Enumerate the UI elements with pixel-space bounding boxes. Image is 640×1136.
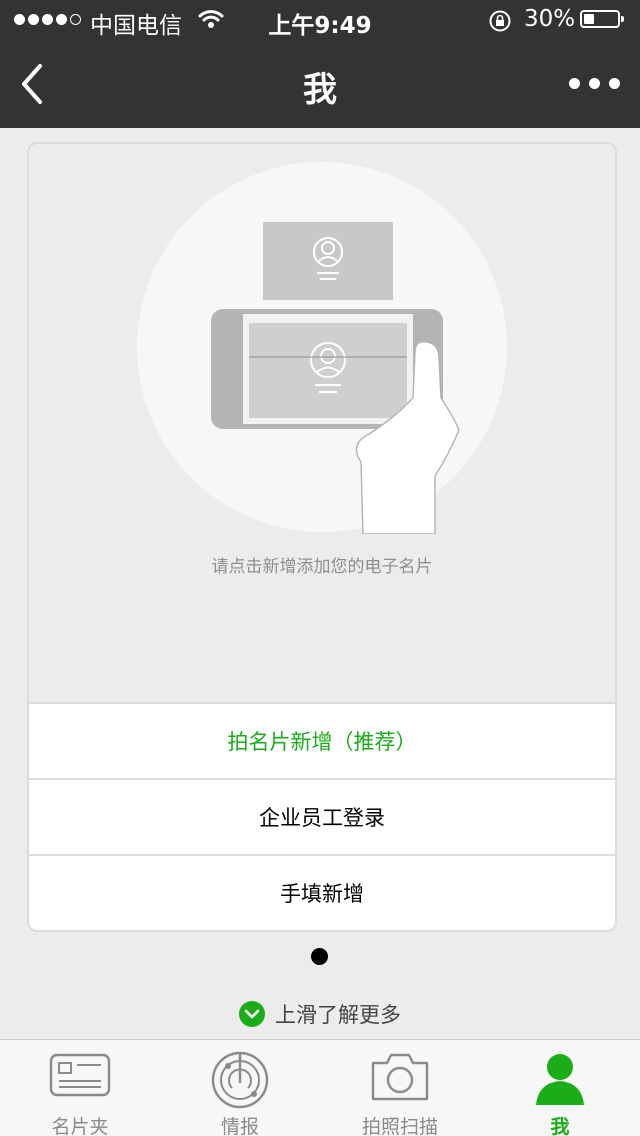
wifi-icon <box>198 8 224 34</box>
orientation-lock-icon <box>488 9 512 37</box>
chevron-left-icon <box>22 64 42 104</box>
page-indicator-dot <box>311 948 328 965</box>
app-screen: 中国电信 上午9:49 30% 我 请点击新增添加您的电子名片 拍名片新增（推荐… <box>0 0 640 1136</box>
navigation-bar: 我 <box>0 40 640 128</box>
page-title: 我 <box>303 70 337 110</box>
swipe-up-hint[interactable]: 上滑了解更多 <box>0 997 640 1031</box>
employee-login-label: 企业员工登录 <box>259 806 385 830</box>
back-button[interactable] <box>14 60 54 108</box>
tab-me[interactable]: 我 <box>480 1040 640 1136</box>
chevron-down-circle-icon <box>239 1001 265 1027</box>
tab-me-label: 我 <box>550 1116 570 1136</box>
signal-strength-icon <box>14 14 81 25</box>
tab-bar: 名片夹 情报 拍照扫描 我 <box>0 1039 640 1136</box>
tab-card-holder[interactable]: 名片夹 <box>0 1040 160 1136</box>
scan-card-add-label: 拍名片新增（推荐） <box>227 730 417 754</box>
radar-icon <box>211 1051 269 1109</box>
manual-add-button[interactable]: 手填新增 <box>29 854 615 930</box>
tab-card-holder-label: 名片夹 <box>51 1116 109 1136</box>
empty-card-panel: 请点击新增添加您的电子名片 拍名片新增（推荐） 企业员工登录 手填新增 <box>27 142 617 932</box>
tab-scan[interactable]: 拍照扫描 <box>320 1040 480 1136</box>
person-icon <box>536 1054 584 1105</box>
battery-percent: 30% <box>524 6 576 32</box>
tab-scan-label: 拍照扫描 <box>361 1116 438 1136</box>
scan-card-add-button[interactable]: 拍名片新增（推荐） <box>29 702 615 778</box>
carrier-label: 中国电信 <box>90 13 182 39</box>
manual-add-label: 手填新增 <box>280 882 364 906</box>
tab-intel-label: 情报 <box>220 1116 259 1136</box>
status-bar: 中国电信 上午9:49 30% <box>0 0 640 40</box>
more-button[interactable] <box>560 68 624 100</box>
battery-icon <box>580 10 624 28</box>
camera-icon <box>371 1053 429 1101</box>
scan-card-illustration <box>137 162 507 534</box>
tab-intel[interactable]: 情报 <box>160 1040 320 1136</box>
employee-login-button[interactable]: 企业员工登录 <box>29 778 615 854</box>
more-dots-icon <box>569 78 580 89</box>
card-holder-icon <box>49 1053 111 1097</box>
empty-hint-text: 请点击新增添加您的电子名片 <box>211 557 433 577</box>
swipe-up-label: 上滑了解更多 <box>275 1003 401 1027</box>
